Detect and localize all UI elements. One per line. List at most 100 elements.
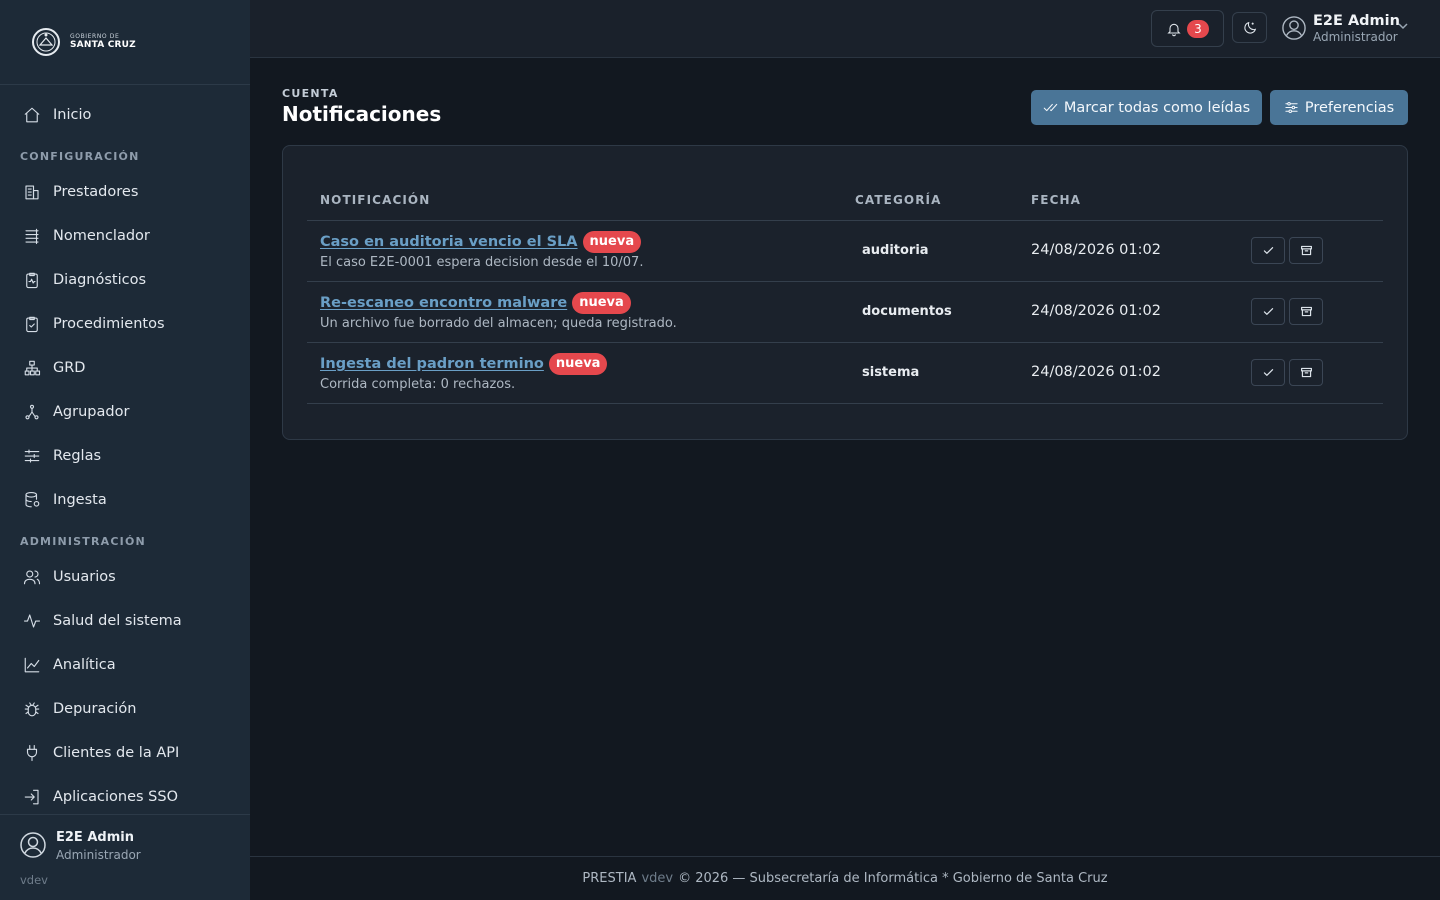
- mark-read-button[interactable]: [1251, 237, 1285, 264]
- footer-version: vdev: [641, 871, 674, 886]
- hierarchy-icon: [23, 359, 41, 377]
- sidebar-item-label: Reglas: [53, 448, 102, 464]
- sidebar-item-label: Prestadores: [53, 184, 139, 200]
- notifications-count-badge: 3: [1187, 19, 1209, 38]
- check-icon: [1263, 369, 1273, 376]
- list-icon: [23, 227, 41, 245]
- sidebar-item-procedimientos[interactable]: Procedimientos: [0, 304, 250, 344]
- avatar: [1282, 16, 1306, 40]
- sidebar-item-ingesta[interactable]: Ingesta: [0, 480, 250, 520]
- footer-copyright: © 2026 — Subsecretaría de Informática * …: [678, 871, 1108, 886]
- notification-description: Un archivo fue borrado del almacen; qued…: [320, 316, 677, 331]
- mark-read-button[interactable]: [1251, 298, 1285, 325]
- sidebar-item-label: Clientes de la API: [53, 745, 180, 761]
- sidebar-item-reglas[interactable]: Reglas: [0, 436, 250, 476]
- table-row: Re-escaneo encontro malware nueva Un arc…: [307, 282, 1383, 343]
- notifications-button[interactable]: 3: [1151, 10, 1224, 47]
- sidebar-item-depuracion[interactable]: Depuración: [0, 689, 250, 729]
- sidebar-item-label: Usuarios: [53, 569, 116, 585]
- chart-line-icon: [23, 656, 41, 674]
- sidebar-item-label: Analítica: [53, 657, 116, 673]
- sidebar-item-label: Procedimientos: [53, 316, 165, 332]
- clipboard-pulse-icon: [23, 271, 41, 289]
- preferences-button[interactable]: Preferencias: [1270, 90, 1408, 125]
- check-icon: [1263, 247, 1273, 254]
- plug-icon: [23, 744, 41, 762]
- sidebar-user-role: Administrador: [56, 848, 141, 862]
- mark-all-read-button[interactable]: Marcar todas como leídas: [1031, 90, 1262, 125]
- sidebar-item-label: Inicio: [53, 107, 92, 123]
- users-icon: [23, 568, 41, 586]
- sidebar: GOBIERNO DE SANTA CRUZ Inicio CONFIGURAC…: [0, 0, 250, 900]
- notification-date: 24/08/2026 01:02: [1031, 364, 1161, 380]
- moon-stars-icon: [1243, 21, 1256, 34]
- archive-button[interactable]: [1289, 359, 1323, 386]
- notification-description: Corrida completa: 0 rechazos.: [320, 377, 516, 392]
- archive-button[interactable]: [1289, 298, 1323, 325]
- sidebar-item-salud[interactable]: Salud del sistema: [0, 601, 250, 641]
- topbar: 3 E2E Admin Administrador: [250, 0, 1440, 58]
- table-row: Caso en auditoria vencio el SLA nueva El…: [307, 221, 1383, 282]
- mark-read-button[interactable]: [1251, 359, 1285, 386]
- seal-icon: [32, 28, 60, 56]
- notification-category: documentos: [862, 304, 952, 319]
- table-row: Ingesta del padron termino nueva Corrida…: [307, 343, 1383, 404]
- notification-title-link[interactable]: Caso en auditoria vencio el SLA: [320, 234, 578, 250]
- sidebar-item-usuarios[interactable]: Usuarios: [0, 557, 250, 597]
- sidebar-item-inicio[interactable]: Inicio: [0, 95, 250, 135]
- sidebar-item-sso[interactable]: Aplicaciones SSO: [0, 777, 250, 817]
- column-header-date: FECHA: [1031, 193, 1082, 207]
- sidebar-item-analitica[interactable]: Analítica: [0, 645, 250, 685]
- sidebar-user-name: E2E Admin: [56, 830, 134, 845]
- section-administracion: ADMINISTRACIÓN: [20, 535, 146, 548]
- sidebar-item-label: Depuración: [53, 701, 137, 717]
- building-icon: [23, 183, 41, 201]
- check-double-icon: [1043, 103, 1058, 112]
- sidebar-item-clientes-api[interactable]: Clientes de la API: [0, 733, 250, 773]
- sidebar-item-grd[interactable]: GRD: [0, 348, 250, 388]
- sidebar-item-label: Agrupador: [53, 404, 130, 420]
- activity-icon: [23, 612, 41, 630]
- app-version: vdev: [20, 873, 48, 887]
- clipboard-check-icon: [23, 315, 41, 333]
- archive-icon: [1300, 367, 1312, 378]
- sidebar-item-diagnosticos[interactable]: Diagnósticos: [0, 260, 250, 300]
- login-icon: [23, 788, 41, 806]
- preferences-label: Preferencias: [1304, 99, 1395, 116]
- new-badge: nueva: [572, 292, 631, 314]
- sidebar-item-label: Diagnósticos: [53, 272, 147, 288]
- database-icon: [23, 491, 41, 509]
- sidebar-item-label: Salud del sistema: [53, 613, 182, 629]
- notification-date: 24/08/2026 01:02: [1031, 242, 1161, 258]
- footer: PRESTIA vdev © 2026 — Subsecretaría de I…: [250, 856, 1440, 900]
- footer-app-name: PRESTIA: [582, 871, 637, 886]
- avatar: [20, 832, 46, 858]
- sliders-icon: [1285, 102, 1298, 113]
- notification-title-link[interactable]: Re-escaneo encontro malware: [320, 295, 567, 311]
- sidebar-item-nomenclador[interactable]: Nomenclador: [0, 216, 250, 256]
- group-icon: [23, 403, 41, 421]
- sidebar-item-agrupador[interactable]: Agrupador: [0, 392, 250, 432]
- user-menu[interactable]: E2E Admin Administrador: [1282, 12, 1412, 46]
- notification-category: sistema: [862, 365, 920, 380]
- archive-button[interactable]: [1289, 237, 1323, 264]
- sidebar-item-label: GRD: [53, 360, 86, 376]
- section-configuracion: CONFIGURACIÓN: [20, 150, 140, 163]
- notification-date: 24/08/2026 01:02: [1031, 303, 1161, 319]
- archive-icon: [1300, 306, 1312, 317]
- sidebar-item-label: Nomenclador: [53, 228, 150, 244]
- brand-logo[interactable]: GOBIERNO DE SANTA CRUZ: [0, 0, 250, 85]
- home-icon: [23, 106, 41, 124]
- theme-toggle-button[interactable]: [1232, 12, 1267, 43]
- new-badge: nueva: [548, 353, 608, 375]
- sidebar-item-prestadores[interactable]: Prestadores: [0, 172, 250, 212]
- sidebar-user[interactable]: E2E Admin Administrador vdev: [0, 814, 250, 900]
- bug-icon: [23, 700, 41, 718]
- column-header-category: CATEGORÍA: [855, 193, 942, 207]
- chevron-down-icon: [1398, 23, 1408, 30]
- check-icon: [1263, 308, 1273, 315]
- new-badge: nueva: [582, 231, 642, 253]
- archive-icon: [1300, 245, 1312, 256]
- breadcrumb: CUENTA: [282, 87, 339, 100]
- notification-title-link[interactable]: Ingesta del padron termino: [320, 356, 544, 372]
